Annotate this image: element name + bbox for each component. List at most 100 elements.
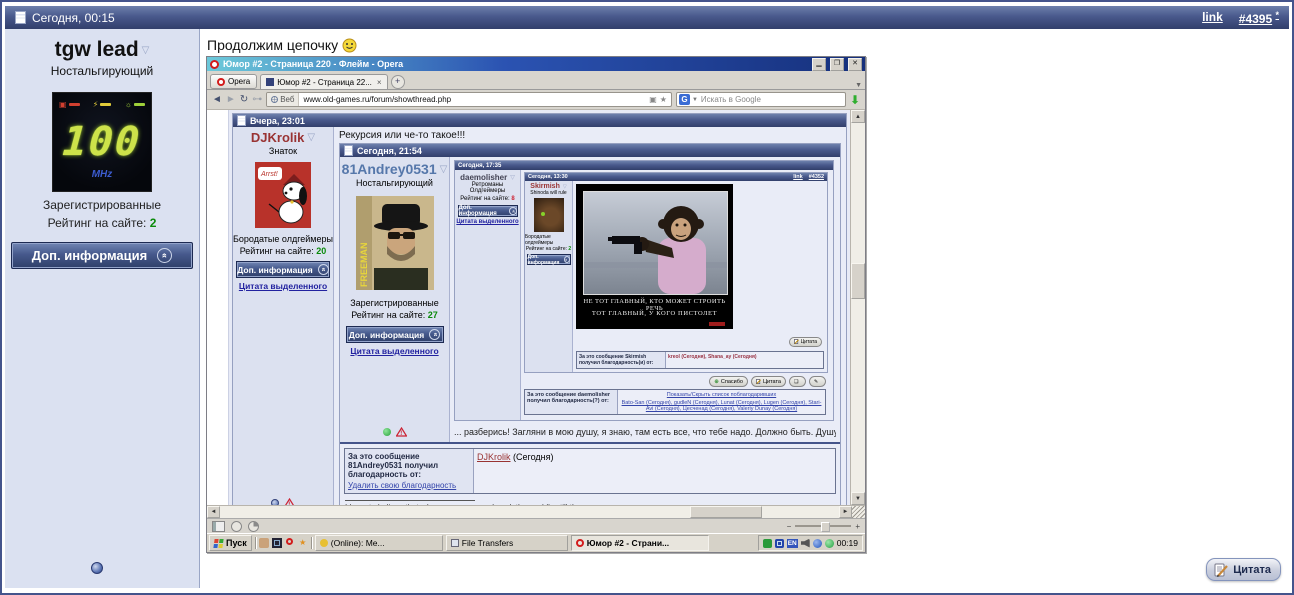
post4-avatar[interactable]	[533, 198, 564, 232]
horizontal-scrollbar[interactable]: ◄ ►	[207, 505, 865, 518]
task-file-transfers-button[interactable]: File Transfers	[445, 535, 568, 551]
quicklaunch-monitor-icon[interactable]	[271, 538, 282, 548]
shield-icon[interactable]: ▣	[649, 95, 657, 104]
post3-quote-selected-link[interactable]: Цитата выделенного	[456, 219, 518, 225]
quicklaunch-desktop-icon[interactable]	[258, 538, 269, 548]
chevron-down-icon[interactable]: ▽	[307, 132, 315, 143]
post-link[interactable]: link	[1202, 10, 1223, 24]
key-icon[interactable]: ⊶	[252, 94, 262, 105]
post3-username[interactable]: daemolisher ▽	[460, 173, 515, 182]
bookmark-star-icon[interactable]: ★	[660, 95, 667, 104]
panels-toggle-icon[interactable]	[212, 520, 225, 532]
post1-quote-selected-link[interactable]: Цитата выделенного	[239, 281, 327, 291]
volume-icon[interactable]	[800, 538, 810, 548]
back-button[interactable]: ◄	[212, 94, 222, 105]
protocol-badge: Веб	[267, 93, 300, 106]
forward-button[interactable]: ►	[226, 94, 236, 105]
address-field[interactable]: Веб www.old-games.ru/forum/showthread.ph…	[266, 92, 672, 107]
browser-tab[interactable]: Юмор #2 - Страница 22... ×	[260, 74, 388, 89]
scrollbar-thumb[interactable]	[851, 263, 865, 300]
post4-more-info-button[interactable]: Доп. информация «	[526, 254, 571, 266]
username[interactable]: tgw lead ▽	[55, 38, 150, 62]
scroll-right-button[interactable]: ►	[839, 506, 852, 518]
quicklaunch-opera-icon[interactable]	[285, 538, 295, 548]
post3-thanks-toggle-link[interactable]: Показать/Скрыть список поблагодаривших	[620, 392, 823, 398]
turbo-icon[interactable]	[248, 520, 259, 532]
minimize-button[interactable]: ▁	[812, 57, 826, 71]
svg-text:!: !	[288, 502, 290, 505]
post3-more-info-button[interactable]: Доп. информация «	[457, 205, 518, 217]
network-tray-icon[interactable]	[812, 538, 822, 548]
report-post-icon[interactable]: !	[395, 427, 407, 437]
app-tray-icon[interactable]	[774, 538, 784, 548]
post1-avatar[interactable]: Arrst!	[255, 162, 311, 228]
quicklaunch-star-icon[interactable]: ★	[298, 538, 308, 548]
status-tray-icon[interactable]	[824, 538, 834, 548]
post4-thanks-names[interactable]: kreol (Сегодня), Shana_ay (Сегодня)	[666, 352, 759, 368]
vertical-scrollbar[interactable]: ▲ ▼	[850, 110, 865, 505]
post3-thanks-button[interactable]: ⊕ Спасибо	[709, 376, 748, 387]
post1-username[interactable]: DJKrolik ▽	[251, 130, 315, 145]
post2-more-info-button[interactable]: Доп. информация «	[345, 326, 444, 343]
chevron-down-icon[interactable]: ▽	[510, 174, 515, 181]
post3-quote-button[interactable]: Цитата	[750, 376, 786, 387]
tab-list-chevron-icon[interactable]: ▼	[855, 82, 862, 89]
new-tab-button[interactable]: +	[390, 75, 405, 89]
post-body: Продолжим цепочку Юмор #2 - Страница 220…	[200, 29, 1289, 588]
more-info-button[interactable]: Доп. информация «	[11, 242, 193, 269]
zoom-slider[interactable]	[795, 522, 852, 532]
restore-button[interactable]: ❐	[830, 57, 844, 71]
post2-avatar[interactable]: FREEMAN	[355, 196, 434, 290]
opera-addressbar: ◄ ► ↻ ⊶ Веб www.old-games.ru/forum/showt…	[207, 90, 865, 110]
reload-button[interactable]: ↻	[240, 94, 248, 105]
scroll-up-button[interactable]: ▲	[851, 110, 865, 123]
chevron-down-icon[interactable]: ▽	[142, 45, 150, 56]
power-led-icon: ⚡	[93, 100, 112, 109]
signature-divider	[345, 500, 475, 501]
task-online-button[interactable]: (Online): Me...	[314, 535, 443, 551]
report-post-icon[interactable]: !	[284, 498, 295, 505]
scrollbar-track[interactable]	[851, 123, 865, 492]
tab-close-icon[interactable]: ×	[377, 78, 382, 87]
scroll-left-button[interactable]: ◄	[207, 506, 220, 518]
zoom-slider-thumb[interactable]	[821, 522, 831, 532]
scrollbar-track[interactable]	[220, 506, 839, 518]
thanks-user-link[interactable]: DJKrolik	[477, 452, 511, 462]
post4-quote-button[interactable]: Цитата	[788, 336, 822, 347]
post3-thanks-names[interactable]: Bato-San (Сегодня), gudleN (Сегодня), Lu…	[620, 400, 823, 412]
post-number-link[interactable]: #4395	[1239, 12, 1272, 26]
opera-menu-button[interactable]: Opera	[210, 74, 258, 89]
zoom-out-button[interactable]: −	[787, 522, 792, 531]
user-avatar[interactable]: ▣ ⚡ ☼ 100 MHz	[52, 92, 152, 192]
resize-grip[interactable]	[852, 506, 865, 518]
zoom-in-button[interactable]: +	[855, 522, 860, 531]
task-opera-button[interactable]: Юмор #2 - Страни...	[570, 535, 709, 551]
multi-quote-button[interactable]: ❏	[789, 376, 806, 387]
scroll-down-button[interactable]: ▼	[851, 492, 865, 505]
window-icon	[450, 539, 459, 547]
download-arrow-icon[interactable]: ⬇	[850, 94, 860, 106]
search-field[interactable]: G ▼ Искать в Google	[675, 92, 846, 107]
antivirus-tray-icon[interactable]	[762, 538, 772, 548]
language-indicator[interactable]: EN	[786, 538, 798, 548]
opera-titlebar[interactable]: Юмор #2 - Страница 220 - Флейм - Opera ▁…	[207, 57, 865, 71]
post4-link[interactable]: link	[793, 174, 802, 180]
post2-quote-selected-link[interactable]: Цитата выделенного	[350, 346, 438, 356]
chevron-down-icon[interactable]: ▽	[440, 164, 448, 175]
post2-text: ... разберись! Загляни в мою душу, я зна…	[454, 427, 836, 437]
taskbar-clock: 00:19	[836, 538, 858, 548]
post4-username[interactable]: Skirmish ▽	[530, 183, 566, 190]
quick-reply-button[interactable]: ✎	[809, 376, 826, 387]
post-star-link[interactable]: *	[1275, 10, 1279, 20]
avatar-led-indicators: ▣ ⚡ ☼	[59, 100, 145, 109]
start-button[interactable]: Пуск	[209, 535, 252, 551]
chevron-down-icon[interactable]: ▽	[563, 184, 567, 190]
post1-more-info-button[interactable]: Доп. информация «	[236, 261, 330, 278]
sync-icon[interactable]	[231, 520, 242, 532]
scrollbar-thumb[interactable]	[690, 506, 763, 518]
quote-button[interactable]: Цитата	[1206, 558, 1281, 581]
close-button[interactable]: ✕	[848, 57, 862, 71]
post4-number-link[interactable]: #4352	[809, 174, 824, 180]
post2-username[interactable]: 81Andrey0531 ▽	[342, 161, 448, 177]
remove-thanks-link[interactable]: Удалить свою благодарность	[348, 481, 470, 490]
